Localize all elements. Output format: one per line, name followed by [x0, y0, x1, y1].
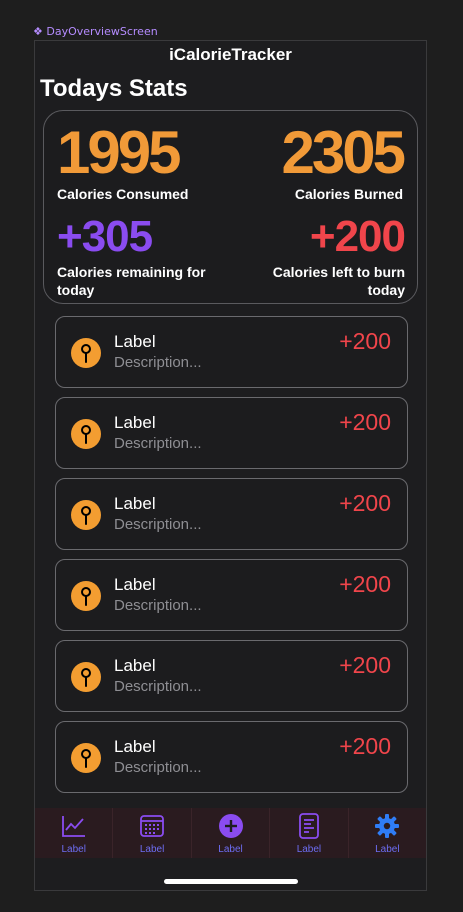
tab-add[interactable]: Label — [192, 808, 271, 858]
entry-label: Label — [114, 575, 156, 594]
stat-value: 2305 — [281, 119, 406, 186]
stat-calories-consumed: 1995 Calories Consumed — [57, 123, 188, 203]
entry-value: +200 — [339, 409, 391, 435]
entry-description: Description... — [114, 597, 202, 614]
entry-label: Label — [114, 332, 156, 351]
entry-label: Label — [114, 413, 156, 432]
calendar-icon — [140, 815, 165, 837]
entry-value: +200 — [339, 652, 391, 678]
home-indicator[interactable] — [164, 879, 298, 884]
stats-card: 1995 Calories Consumed 2305 Calories Bur… — [43, 110, 418, 304]
entry-value: +200 — [339, 490, 391, 516]
list-item[interactable]: Label Description... +200 — [55, 721, 408, 793]
tab-label: Label — [296, 844, 322, 855]
list-item[interactable]: Label Description... +200 — [55, 397, 408, 469]
add-circle-icon — [218, 814, 243, 838]
screen-name-label: ❖ DayOverviewScreen — [33, 25, 158, 38]
pin-icon — [71, 743, 101, 773]
tab-bar: Label Label Label Label Label — [35, 808, 426, 858]
entry-description: Description... — [114, 759, 202, 776]
stat-calories-burned: 2305 Calories Burned — [281, 119, 406, 203]
entry-label: Label — [114, 494, 156, 513]
stat-calories-remaining: +305 Calories remaining for today — [57, 215, 227, 299]
section-title: Todays Stats — [40, 75, 188, 102]
pin-icon — [71, 662, 101, 692]
tab-settings[interactable]: Label — [349, 808, 426, 858]
tab-calendar[interactable]: Label — [113, 808, 192, 858]
chart-icon — [61, 816, 85, 837]
list-item[interactable]: Label Description... +200 — [55, 559, 408, 631]
entry-description: Description... — [114, 435, 202, 452]
pin-icon — [71, 419, 101, 449]
stat-caption: Calories Burned — [294, 186, 403, 202]
entry-description: Description... — [114, 516, 202, 533]
tab-label: Label — [375, 844, 400, 855]
stat-value: +305 — [57, 212, 153, 261]
stat-value: 1995 — [57, 119, 181, 186]
tab-report[interactable]: Label — [270, 808, 349, 858]
gear-icon — [375, 814, 400, 838]
stat-calories-to-burn: +200 Calories left to burn today — [235, 212, 406, 299]
list-item[interactable]: Label Description... +200 — [55, 316, 408, 388]
tab-label: Label — [139, 844, 165, 855]
document-icon — [299, 813, 319, 839]
list-item[interactable]: Label Description... +200 — [55, 640, 408, 712]
entry-list: Label Description... +200 Label Descript… — [55, 316, 408, 802]
tab-stats[interactable]: Label — [35, 808, 114, 858]
entry-value: +200 — [339, 328, 391, 354]
stat-caption: Calories Consumed — [57, 186, 189, 202]
app-title: iCalorieTracker — [169, 45, 292, 64]
entry-value: +200 — [339, 571, 391, 597]
stat-caption: Calories left to burn today — [272, 264, 405, 298]
stat-value: +200 — [309, 212, 406, 261]
entry-description: Description... — [114, 354, 202, 371]
stat-caption: Calories remaining for today — [57, 264, 206, 298]
entry-value: +200 — [339, 733, 391, 759]
entry-label: Label — [114, 737, 156, 756]
phone-screen: iCalorieTracker Todays Stats 1995 Calori… — [34, 40, 427, 891]
list-item[interactable]: Label Description... +200 — [55, 478, 408, 550]
tab-label: Label — [218, 844, 243, 855]
entry-label: Label — [114, 656, 156, 675]
pin-icon — [71, 581, 101, 611]
entry-description: Description... — [114, 678, 202, 695]
pin-icon — [71, 338, 101, 368]
pin-icon — [71, 500, 101, 530]
tab-label: Label — [61, 844, 86, 855]
